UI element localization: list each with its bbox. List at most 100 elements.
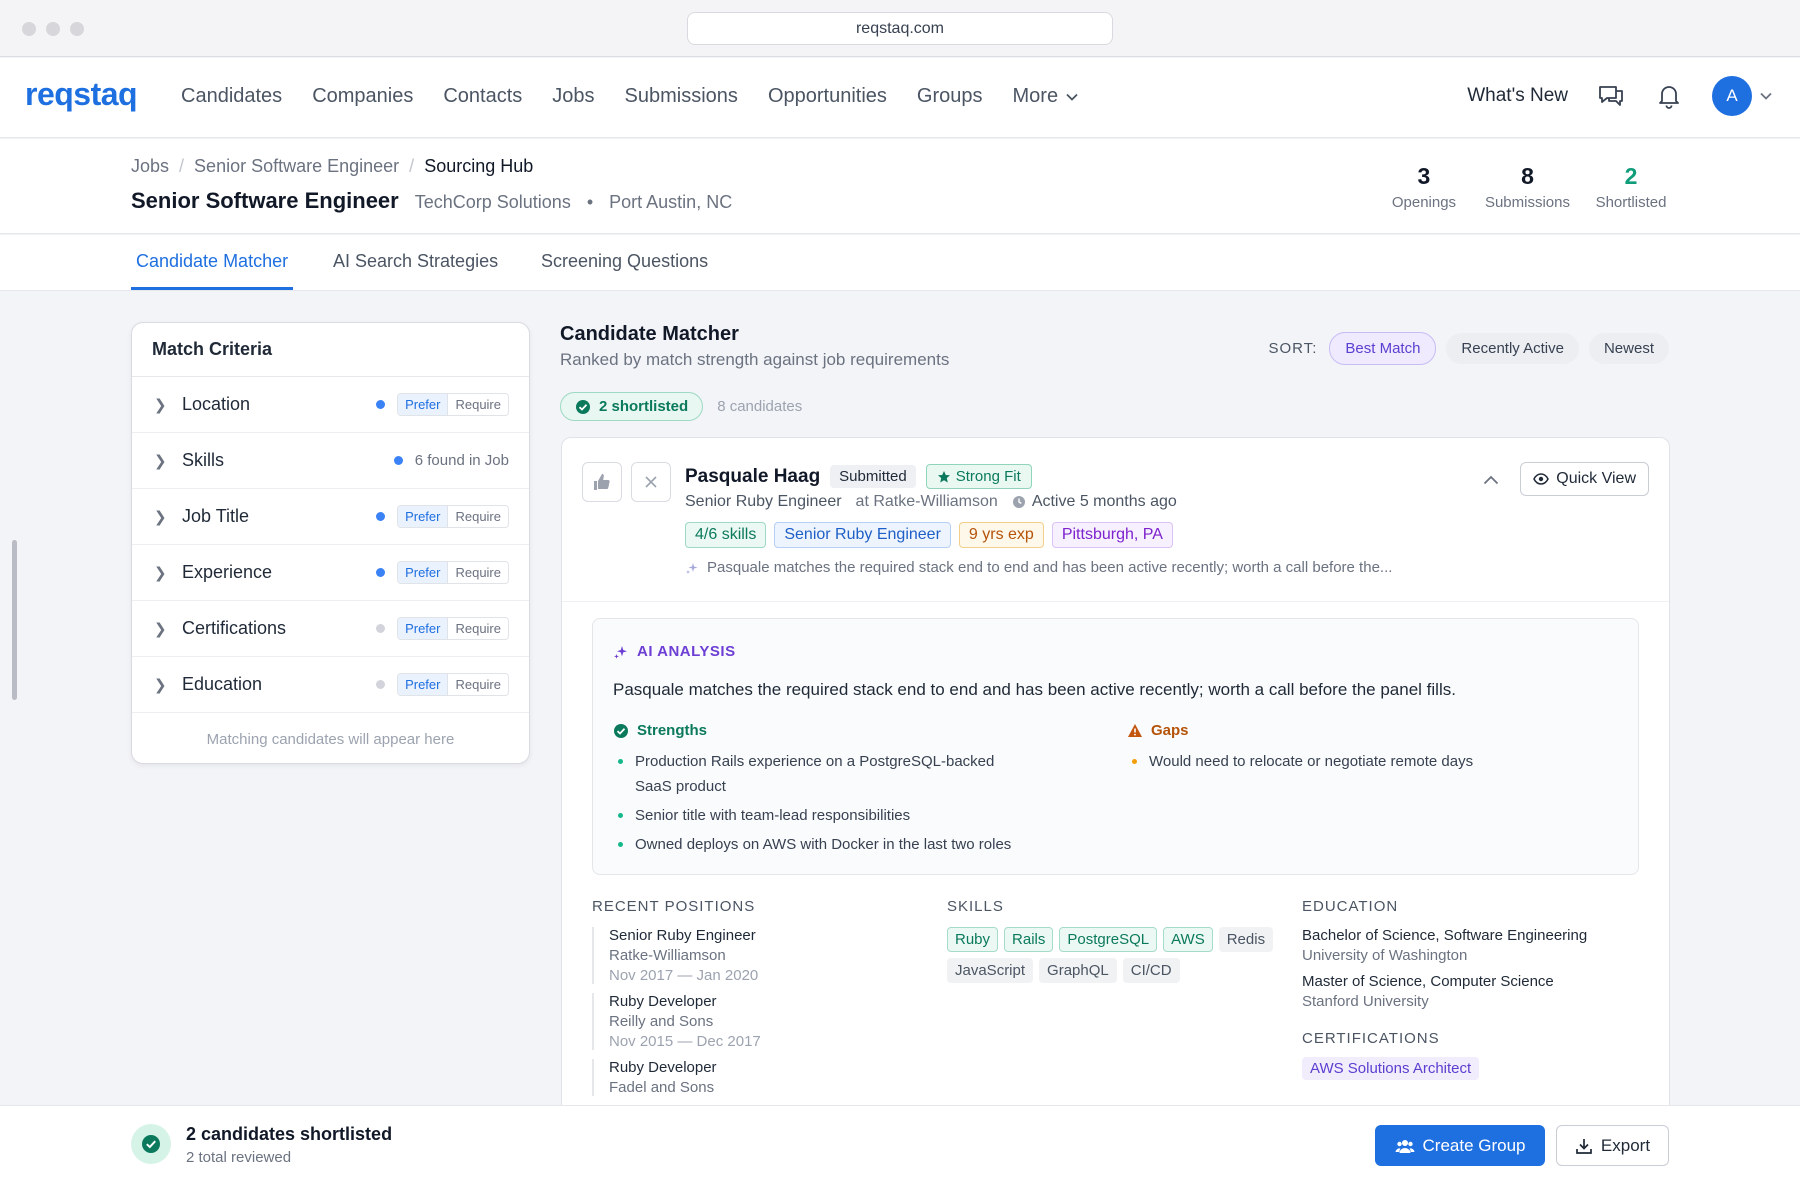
app-logo[interactable]: reqstaq <box>25 76 138 113</box>
section-heading: EDUCATION <box>1302 898 1399 915</box>
breadcrumb-job[interactable]: Senior Software Engineer <box>194 156 399 177</box>
ai-analysis-label: AI ANALYSIS <box>637 643 736 660</box>
criteria-label: Education <box>182 674 263 694</box>
thumbs-up-icon <box>594 474 610 490</box>
ai-analysis-heading: AI ANALYSIS <box>613 643 736 660</box>
window-zoom-dot[interactable] <box>70 22 84 36</box>
prefer-option[interactable]: Prefer <box>398 618 449 639</box>
education-degree: Master of Science, Computer Science <box>1302 973 1554 990</box>
nav-groups[interactable]: Groups <box>917 85 983 108</box>
criteria-row-skills[interactable]: ❯ Skills 6 found in Job <box>132 433 529 489</box>
stat-shortlisted: 2 Shortlisted <box>1592 163 1670 211</box>
breadcrumb-separator: / <box>409 156 415 176</box>
nav-submissions[interactable]: Submissions <box>625 85 738 108</box>
skill-tag-matched: Rails <box>1004 927 1054 952</box>
require-option[interactable]: Require <box>448 562 508 583</box>
main-nav-links: Candidates Companies Contacts Jobs Submi… <box>181 85 1078 108</box>
shortlist-button[interactable] <box>582 462 622 502</box>
shortlisted-filter-badge[interactable]: 2 shortlisted <box>560 392 704 421</box>
nav-opportunities[interactable]: Opportunities <box>768 85 887 108</box>
strengths-label: Strengths <box>637 722 708 739</box>
bell-icon[interactable] <box>1654 81 1684 111</box>
ai-snippet-text: Pasquale matches the required stack end … <box>707 559 1393 576</box>
gaps-list: Would need to relocate or negotiate remo… <box>1127 749 1607 774</box>
tab-candidate-matcher[interactable]: Candidate Matcher <box>130 251 294 290</box>
page-title: Senior Software Engineer <box>131 188 399 213</box>
fit-badge: Strong Fit <box>925 464 1032 489</box>
list-item: Would need to relocate or negotiate remo… <box>1127 749 1607 774</box>
prefer-require-toggle[interactable]: Prefer Require <box>397 617 509 640</box>
account-menu[interactable]: A <box>1712 76 1772 116</box>
skill-tag: GraphQL <box>1039 958 1117 983</box>
nav-jobs[interactable]: Jobs <box>552 85 594 108</box>
chevron-right-icon: ❯ <box>154 676 167 694</box>
position-item: Senior Ruby Engineer Ratke-Williamson No… <box>592 927 912 984</box>
criteria-row-experience[interactable]: ❯ Experience Prefer Require <box>132 545 529 601</box>
job-stats: 3 Openings 8 Submissions 2 Shortlisted <box>1385 163 1670 211</box>
location-tag: Pittsburgh, PA <box>1051 522 1173 548</box>
sort-recently-active[interactable]: Recently Active <box>1446 333 1579 364</box>
prefer-option[interactable]: Prefer <box>398 562 449 583</box>
chevron-down-icon <box>1066 93 1078 101</box>
nav-contacts[interactable]: Contacts <box>443 85 522 108</box>
sort-best-match[interactable]: Best Match <box>1329 332 1437 365</box>
breadcrumb-jobs[interactable]: Jobs <box>131 156 169 177</box>
require-option[interactable]: Require <box>448 674 508 695</box>
section-heading: SKILLS <box>947 898 1004 915</box>
create-group-button[interactable]: Create Group <box>1375 1125 1545 1166</box>
nav-companies[interactable]: Companies <box>312 85 413 108</box>
nav-candidates[interactable]: Candidates <box>181 85 282 108</box>
require-option[interactable]: Require <box>448 394 508 415</box>
require-option[interactable]: Require <box>448 618 508 639</box>
criteria-row-education[interactable]: ❯ Education Prefer Require <box>132 657 529 713</box>
candidate-name[interactable]: Pasquale Haag <box>685 466 820 488</box>
criteria-row-location[interactable]: ❯ Location Prefer Require <box>132 377 529 433</box>
prefer-require-toggle[interactable]: Prefer Require <box>397 393 509 416</box>
prefer-option[interactable]: Prefer <box>398 506 449 527</box>
list-item: Production Rails experience on a Postgre… <box>613 749 1033 799</box>
messages-icon[interactable] <box>1596 81 1626 111</box>
prefer-option[interactable]: Prefer <box>398 394 449 415</box>
job-location: Port Austin, NC <box>609 192 733 212</box>
chevron-right-icon: ❯ <box>154 396 167 414</box>
window-close-dot[interactable] <box>22 22 36 36</box>
sparkle-icon <box>614 645 627 659</box>
education-section: EDUCATION Bachelor of Science, Software … <box>1302 898 1642 1080</box>
tab-ai-search-strategies[interactable]: AI Search Strategies <box>333 251 498 272</box>
position-title: Ruby Developer <box>609 1059 717 1076</box>
dismiss-button[interactable] <box>631 462 671 502</box>
require-option[interactable]: Require <box>448 506 508 527</box>
job-company[interactable]: TechCorp Solutions <box>415 192 571 213</box>
tab-screening-questions[interactable]: Screening Questions <box>541 251 708 272</box>
nav-more-menu[interactable]: More <box>1013 85 1079 108</box>
sort-controls: SORT: Best Match Recently Active Newest <box>1268 332 1669 365</box>
stat-label: Openings <box>1391 194 1457 211</box>
position-company: Ratke-Williamson <box>609 947 726 964</box>
stat-submissions: 8 Submissions <box>1485 163 1570 211</box>
criteria-row-certifications[interactable]: ❯ Certifications Prefer Require <box>132 601 529 657</box>
whats-new-link[interactable]: What's New <box>1467 85 1568 107</box>
export-button[interactable]: Export <box>1556 1125 1669 1166</box>
sort-newest[interactable]: Newest <box>1588 333 1669 364</box>
candidate-count: 8 candidates <box>717 398 803 415</box>
prefer-option[interactable]: Prefer <box>398 674 449 695</box>
users-icon <box>1395 1139 1414 1153</box>
gaps-label: Gaps <box>1151 722 1189 739</box>
address-bar[interactable]: reqstaq.com <box>687 12 1113 45</box>
skill-tag: CI/CD <box>1122 958 1180 983</box>
candidate-tags: 4/6 skills Senior Ruby Engineer 9 yrs ex… <box>685 522 1173 548</box>
chevron-up-icon[interactable] <box>1483 472 1499 490</box>
position-item: Ruby Developer Reilly and Sons Nov 2015 … <box>592 993 912 1050</box>
scrollbar-thumb[interactable] <box>12 540 17 700</box>
window-minimize-dot[interactable] <box>46 22 60 36</box>
check-circle-icon <box>576 399 590 414</box>
criteria-row-job-title[interactable]: ❯ Job Title Prefer Require <box>132 489 529 545</box>
matcher-subtitle: Ranked by match strength against job req… <box>560 350 950 369</box>
criteria-footer-hint: Matching candidates will appear here <box>206 730 455 748</box>
position-dates: Nov 2017 — Jan 2020 <box>609 967 759 984</box>
education-school: University of Washington <box>1302 947 1468 964</box>
prefer-require-toggle[interactable]: Prefer Require <box>397 673 509 696</box>
prefer-require-toggle[interactable]: Prefer Require <box>397 505 509 528</box>
quick-view-button[interactable]: Quick View <box>1520 462 1649 496</box>
prefer-require-toggle[interactable]: Prefer Require <box>397 561 509 584</box>
